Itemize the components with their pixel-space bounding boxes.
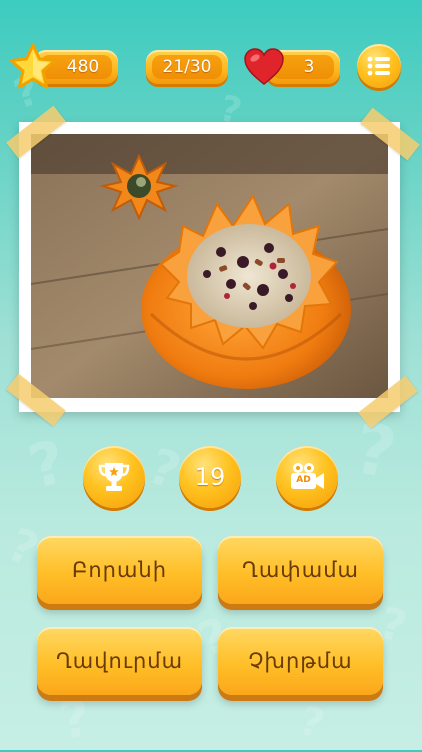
answer-option-1[interactable]: Բորանի xyxy=(37,536,202,604)
puzzle-photo-frame xyxy=(19,122,400,412)
level-value: 21/30 xyxy=(152,55,222,79)
menu-button[interactable] xyxy=(357,44,401,88)
answer-option-3[interactable]: Ղավուրմա xyxy=(37,627,202,695)
trophy-icon xyxy=(98,463,130,491)
hint-counter-value: 19 xyxy=(194,463,226,491)
menu-list-icon xyxy=(367,56,390,76)
answer-label: Բորանի xyxy=(71,558,168,582)
watch-video-button[interactable]: AD xyxy=(276,446,338,508)
heart-icon xyxy=(243,47,285,87)
level-progress: 21/30 xyxy=(146,50,228,84)
answer-option-2[interactable]: Ղափամա xyxy=(218,536,383,604)
trophy-button[interactable] xyxy=(83,446,145,508)
star-icon xyxy=(8,42,58,92)
video-camera-icon: AD xyxy=(288,462,326,492)
answer-option-4[interactable]: Չխրթմա xyxy=(218,627,383,695)
video-badge-label: AD xyxy=(296,475,311,485)
answer-label: Ղափամա xyxy=(242,558,359,582)
answer-label: Չխրթմա xyxy=(248,649,353,673)
puzzle-photo xyxy=(31,134,388,398)
answer-label: Ղավուրմա xyxy=(55,649,184,673)
hint-counter-button[interactable]: 19 xyxy=(179,446,241,508)
